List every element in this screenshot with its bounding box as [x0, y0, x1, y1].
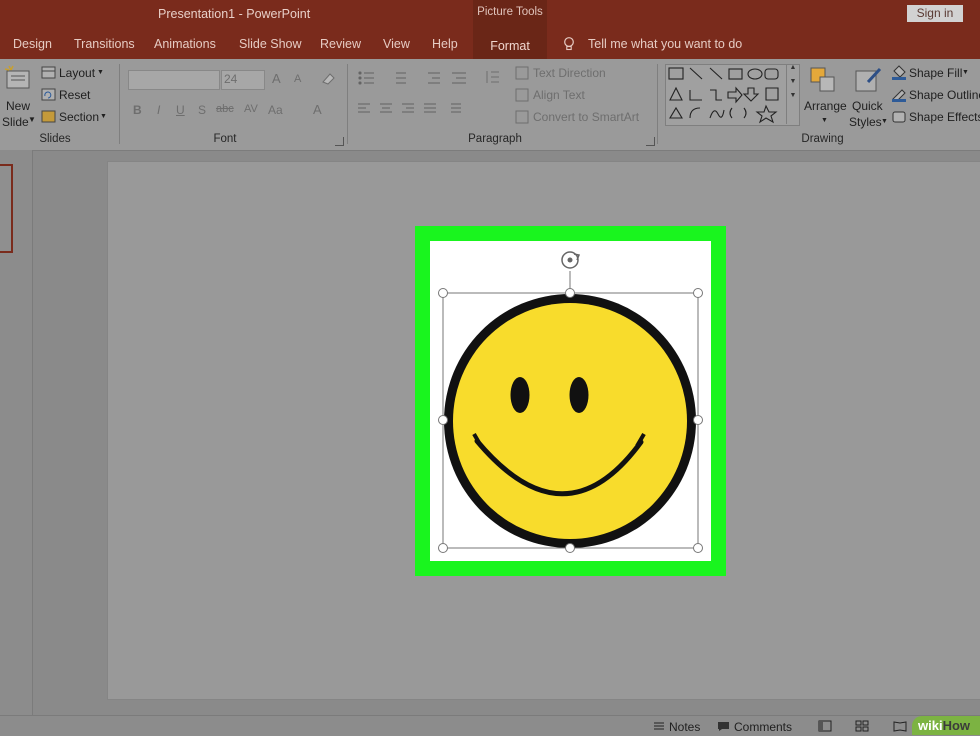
watermark-how: How [942, 718, 971, 733]
arrange-button[interactable]: Arrange [804, 99, 847, 113]
gallery-scroll-arrows[interactable]: ▲ ▼ ▼ [786, 64, 799, 124]
section-icon [41, 110, 56, 123]
drawing-group-label: Drawing [801, 133, 844, 145]
paragraph-group-label: Paragraph [468, 133, 522, 145]
normal-view-icon[interactable] [818, 720, 832, 732]
shadow-button[interactable]: S [198, 103, 206, 117]
align-text-icon [515, 88, 529, 102]
smiley-picture[interactable] [415, 226, 726, 576]
pencil-icon [892, 89, 906, 102]
section-dropdown-icon: ▼ [100, 113, 107, 120]
tab-format[interactable]: Format [478, 33, 542, 59]
shapes-gallery-icons[interactable] [668, 66, 786, 124]
group-divider [119, 64, 120, 144]
paragraph-format-buttons[interactable] [356, 68, 476, 128]
tab-view[interactable]: View [383, 37, 410, 51]
new-slide-label-2[interactable]: Slide [2, 115, 29, 129]
tab-slide-show[interactable]: Slide Show [239, 37, 302, 51]
shape-outline-button[interactable]: Shape Outline [909, 88, 980, 102]
reset-button[interactable]: Reset [59, 88, 90, 102]
reset-icon [41, 88, 56, 101]
notes-button[interactable]: Notes [669, 720, 700, 734]
shape-effects-icon [892, 111, 906, 123]
quick-styles-label-1[interactable]: Quick [852, 99, 883, 113]
font-size-value: 24 [224, 72, 238, 86]
arrange-dropdown-icon: ▼ [821, 117, 828, 124]
layout-icon [41, 66, 56, 79]
font-dialog-launcher[interactable] [335, 137, 344, 146]
strikethrough-button[interactable]: abc [216, 103, 234, 115]
dropdown-arrow-icon: ▼ [28, 115, 36, 124]
slide-thumbnail[interactable] [0, 164, 13, 253]
tab-design[interactable]: Design [13, 37, 52, 51]
shape-fill-dropdown-icon: ▼ [962, 69, 969, 76]
comments-button[interactable]: Comments [734, 720, 792, 734]
text-direction-button[interactable]: Text Direction [533, 66, 606, 80]
window-title: Presentation1 - PowerPoint [158, 7, 311, 21]
quick-styles-icon[interactable] [853, 66, 883, 94]
font-name-select[interactable] [128, 70, 220, 90]
smartart-icon [515, 110, 529, 124]
smiley-right-eye [569, 377, 589, 413]
tab-help[interactable]: Help [432, 37, 458, 51]
smiley-left-eye [510, 377, 530, 413]
context-tab-group-label: Picture Tools [477, 6, 543, 18]
shrink-font-icon[interactable]: A [294, 73, 301, 85]
convert-smartart-button[interactable]: Convert to SmartArt [533, 110, 639, 124]
layout-button[interactable]: Layout [59, 66, 95, 80]
clear-formatting-icon[interactable] [320, 70, 336, 86]
smiley-face-fill [453, 303, 687, 539]
shape-effects-button[interactable]: Shape Effects [909, 110, 980, 124]
group-divider [657, 64, 658, 144]
align-text-button[interactable]: Align Text [533, 88, 585, 102]
section-button[interactable]: Section [59, 110, 99, 124]
layout-dropdown-icon: ▼ [97, 69, 104, 76]
tab-animations[interactable]: Animations [154, 37, 216, 51]
tell-me-search[interactable]: Tell me what you want to do [588, 37, 742, 51]
change-case-button[interactable]: Aa [268, 103, 283, 117]
italic-button[interactable]: I [157, 103, 160, 117]
comments-icon [718, 722, 729, 731]
quick-styles-dropdown-icon: ▼ [881, 118, 888, 125]
slide-sorter-icon[interactable] [855, 720, 869, 732]
tab-transitions[interactable]: Transitions [74, 37, 135, 51]
new-slide-icon[interactable] [3, 64, 33, 98]
new-slide-label-1[interactable]: New [6, 99, 30, 113]
character-spacing-button[interactable]: AV [244, 103, 258, 115]
arrange-icon[interactable] [809, 66, 837, 94]
paragraph-dialog-launcher[interactable] [646, 137, 655, 146]
notes-icon [654, 722, 664, 730]
status-bar [0, 715, 980, 736]
font-group-label: Font [213, 133, 237, 145]
group-divider [347, 64, 348, 144]
reading-view-icon[interactable] [893, 720, 907, 732]
bold-button[interactable]: B [133, 103, 142, 117]
paint-bucket-icon [892, 65, 906, 80]
grow-font-icon[interactable]: A [272, 71, 281, 86]
quick-styles-label-2[interactable]: Styles [849, 115, 882, 129]
wikihow-watermark: wikiHow [912, 716, 980, 735]
shape-fill-button[interactable]: Shape Fill [909, 66, 962, 80]
line-spacing-icon[interactable] [484, 69, 500, 85]
font-color-button[interactable]: A [313, 102, 322, 117]
watermark-wiki: wiki [918, 718, 943, 733]
underline-button[interactable]: U [176, 103, 185, 117]
slides-group-label: Slides [39, 133, 71, 145]
text-direction-icon [515, 66, 529, 80]
lightbulb-icon [564, 37, 574, 51]
sign-in-button[interactable]: Sign in [907, 5, 963, 22]
tab-review[interactable]: Review [320, 37, 361, 51]
